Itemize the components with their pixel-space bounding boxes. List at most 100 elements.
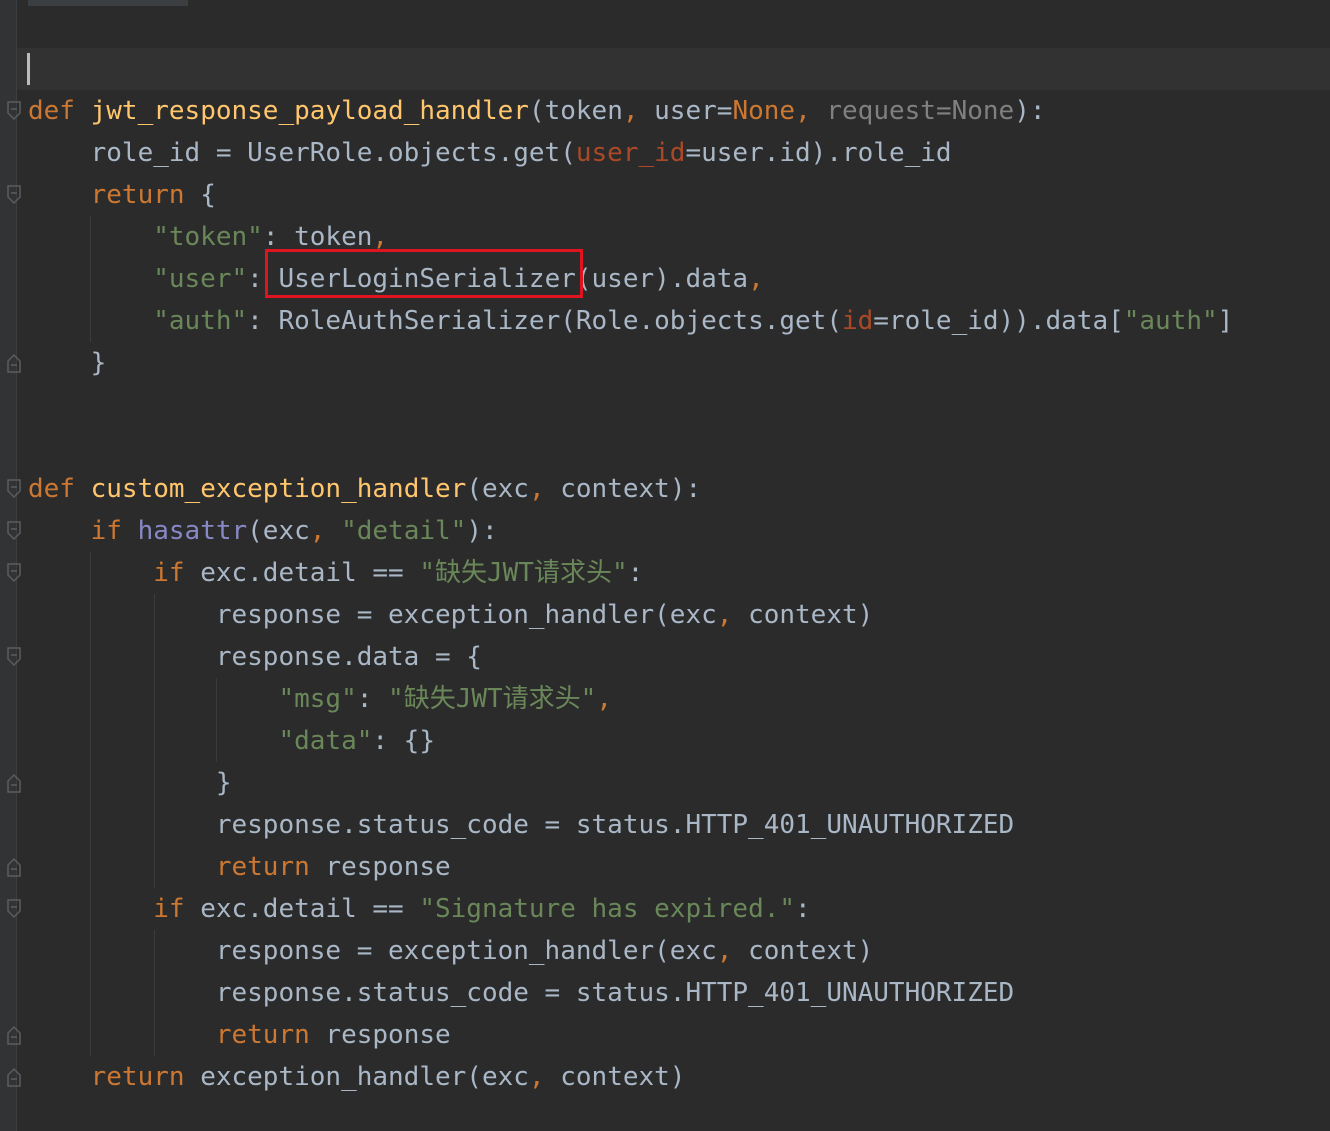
code-token: return (28, 852, 326, 882)
code-token: response.data = { (28, 642, 482, 672)
fold-open-icon[interactable] (7, 520, 21, 542)
code-token: hasattr (137, 516, 248, 546)
code-line[interactable]: if hasattr(exc, "detail"): (28, 510, 1233, 552)
code-line[interactable]: def custom_exception_handler(exc, contex… (28, 468, 1233, 510)
code-token: request=None (826, 96, 1015, 126)
code-token: "user" (28, 264, 248, 294)
code-token: response = exception_handler(exc (28, 936, 717, 966)
code-token: , (716, 600, 749, 630)
fold-open-icon[interactable] (7, 100, 21, 122)
code-token: response.status_code = status.HTTP_401_U… (28, 978, 1015, 1008)
code-token: , (748, 264, 764, 294)
code-token: ): (1014, 96, 1046, 126)
code-line[interactable]: response = exception_handler(exc, contex… (28, 594, 1233, 636)
code-token: return (28, 1062, 201, 1092)
code-line[interactable] (28, 426, 1233, 468)
code-token: user_id (575, 138, 686, 168)
code-token: "缺失JWT请求头" (419, 558, 628, 588)
code-token: : token (262, 222, 373, 252)
code-token: : (795, 894, 811, 924)
code-token: response = exception_handler(exc (28, 600, 717, 630)
code-token: : (356, 684, 389, 714)
code-line[interactable]: "data": {} (28, 720, 1233, 762)
code-line[interactable]: return { (28, 174, 1233, 216)
code-token: if (28, 558, 201, 588)
code-token: id (841, 306, 874, 336)
code-token: (token (528, 96, 623, 126)
code-line[interactable]: return exception_handler(exc, context) (28, 1056, 1233, 1098)
code-line[interactable]: } (28, 342, 1233, 384)
code-token: response.status_code = status.HTTP_401_U… (28, 810, 1015, 840)
code-token: , (622, 96, 655, 126)
code-line[interactable]: "msg": "缺失JWT请求头", (28, 678, 1233, 720)
code-token: jwt_response_payload_handler (90, 96, 529, 126)
code-line[interactable]: "token": token, (28, 216, 1233, 258)
fold-open-icon[interactable] (7, 898, 21, 920)
code-line[interactable]: response.status_code = status.HTTP_401_U… (28, 972, 1233, 1014)
text-caret (27, 53, 30, 85)
code-line[interactable]: response = exception_handler(exc, contex… (28, 930, 1233, 972)
code-token: if (28, 894, 201, 924)
code-token: "msg" (28, 684, 357, 714)
code-token: exception_handler(exc (200, 1062, 529, 1092)
current-line-highlight (17, 48, 1330, 90)
code-token: def (28, 474, 91, 504)
code-token: user= (654, 96, 733, 126)
code-token: custom_exception_handler (90, 474, 467, 504)
code-token: } (28, 768, 232, 798)
code-token: return (28, 180, 201, 210)
code-token: "detail" (341, 516, 467, 546)
code-token: context): (560, 474, 702, 504)
fold-close-icon[interactable] (7, 1066, 21, 1088)
code-line[interactable]: if exc.detail == "缺失JWT请求头": (28, 552, 1233, 594)
code-token: : RoleAuthSerializer(Role.objects.get( (247, 306, 842, 336)
code-token: role_id = UserRole.objects.get( (28, 138, 576, 168)
fold-open-icon[interactable] (7, 646, 21, 668)
code-token: , (309, 516, 342, 546)
code-line[interactable]: "user": UserLoginSerializer(user).data, (28, 258, 1233, 300)
code-line[interactable]: if exc.detail == "Signature has expired.… (28, 888, 1233, 930)
code-line[interactable]: response.status_code = status.HTTP_401_U… (28, 804, 1233, 846)
code-line[interactable]: def jwt_response_payload_handler(token, … (28, 90, 1233, 132)
code-line[interactable]: } (28, 762, 1233, 804)
code-token: if (28, 516, 138, 546)
code-token: , (528, 474, 561, 504)
code-token: =user.id).role_id (685, 138, 952, 168)
code-token: , (716, 936, 749, 966)
code-token: "缺失JWT请求头" (388, 684, 597, 714)
code-token: =role_id)).data[ (873, 306, 1124, 336)
code-token: ] (1217, 306, 1234, 336)
fold-open-icon[interactable] (7, 562, 21, 584)
code-token: "token" (28, 222, 263, 252)
code-token: "data" (28, 726, 373, 756)
fold-close-icon[interactable] (7, 1024, 21, 1046)
code-token: context) (748, 936, 874, 966)
fold-close-icon[interactable] (7, 772, 21, 794)
code-token: "Signature has expired." (419, 894, 796, 924)
code-lines[interactable]: def jwt_response_payload_handler(token, … (28, 90, 1233, 1098)
code-token: , (795, 96, 827, 126)
code-token: , (372, 222, 389, 252)
code-token: exc.detail == (200, 894, 420, 924)
code-editor[interactable]: def jwt_response_payload_handler(token, … (0, 0, 1330, 1131)
code-token: exc.detail == (200, 558, 420, 588)
code-line[interactable] (28, 384, 1233, 426)
code-token: : {} (372, 726, 435, 756)
code-token: ): (466, 516, 498, 546)
fold-close-icon[interactable] (7, 352, 21, 374)
code-token: context) (560, 1062, 686, 1092)
code-token: , (596, 684, 612, 714)
code-line[interactable]: response.data = { (28, 636, 1233, 678)
code-line[interactable]: return response (28, 846, 1233, 888)
code-token: : (627, 558, 644, 588)
code-token: response (325, 1020, 451, 1050)
fold-open-icon[interactable] (7, 184, 21, 206)
code-line[interactable]: return response (28, 1014, 1233, 1056)
code-line[interactable]: "auth": RoleAuthSerializer(Role.objects.… (28, 300, 1233, 342)
fold-close-icon[interactable] (7, 856, 21, 878)
fold-open-icon[interactable] (7, 478, 21, 500)
code-token: , (528, 1062, 561, 1092)
editor-tab-remnant (28, 0, 188, 6)
code-line[interactable]: role_id = UserRole.objects.get(user_id=u… (28, 132, 1233, 174)
code-token: def (28, 96, 91, 126)
